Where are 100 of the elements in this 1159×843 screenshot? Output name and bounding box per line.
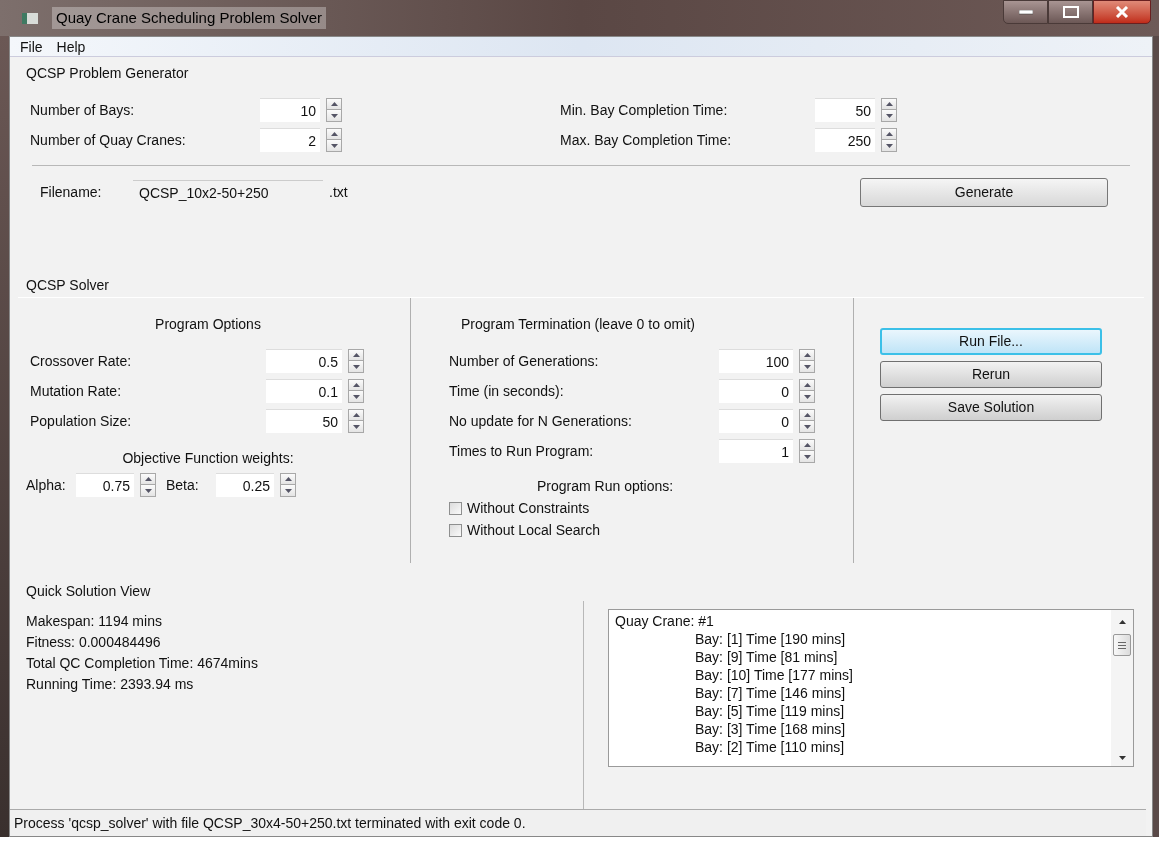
checkbox-label: Without Constraints <box>467 498 590 518</box>
minimize-button[interactable] <box>1003 0 1048 24</box>
caret-down-icon <box>885 113 893 118</box>
number-field[interactable]: 0 <box>719 409 793 433</box>
field-label: Max. Bay Completion Time: <box>560 130 733 150</box>
spin-down-button[interactable] <box>348 391 364 403</box>
grip-icon <box>1118 641 1126 649</box>
field-label: Mutation Rate: <box>30 381 123 401</box>
caret-up-icon <box>885 132 893 136</box>
field-label: Number of Bays: <box>30 100 136 120</box>
filename-field[interactable]: QCSP_10x2-50+250 <box>133 179 323 206</box>
spin-down-button[interactable] <box>326 110 342 122</box>
scrollbar[interactable] <box>1111 610 1133 766</box>
field-label: Filename: <box>40 183 103 202</box>
field-label: Population Size: <box>30 411 133 431</box>
checkbox-label: Without Local Search <box>467 520 601 540</box>
spin-down-button[interactable] <box>348 421 364 433</box>
field-label: Alpha: <box>26 475 67 495</box>
spin-down-button[interactable] <box>280 485 296 497</box>
menu-item[interactable]: File <box>14 37 49 56</box>
group-title: QCSP Solver <box>25 276 110 295</box>
spin-up-button[interactable] <box>140 473 156 485</box>
list-item[interactable]: Bay: [5] Time [119 mins] <box>613 702 1111 720</box>
caret-up-icon <box>803 443 811 447</box>
maximize-button[interactable] <box>1048 0 1093 24</box>
list-item[interactable]: Bay: [9] Time [81 mins] <box>613 648 1111 666</box>
action-button[interactable]: Rerun <box>880 361 1102 388</box>
field-label: Crossover Rate: <box>30 351 133 371</box>
list-item[interactable]: Quay Crane: #1 <box>613 612 1111 630</box>
spin-down-button[interactable] <box>881 110 897 122</box>
spin-up-button[interactable] <box>280 473 296 485</box>
caret-down-icon <box>330 143 338 148</box>
scroll-thumb[interactable] <box>1113 634 1131 656</box>
number-field[interactable]: 100 <box>719 349 793 373</box>
list-item[interactable]: Bay: [2] Time [110 mins] <box>613 738 1111 756</box>
spin-up-button[interactable] <box>799 439 815 451</box>
stat-text: Running Time: 2393.94 ms <box>26 675 195 694</box>
field-label: Number of Generations: <box>449 351 600 371</box>
spin-down-button[interactable] <box>326 140 342 152</box>
app-icon <box>22 12 38 24</box>
number-field[interactable]: 50 <box>266 409 342 433</box>
checkbox[interactable] <box>449 501 462 515</box>
section-title: Objective Function weights: <box>121 449 295 468</box>
number-field[interactable]: 50 <box>815 98 875 122</box>
spin-down-button[interactable] <box>799 421 815 433</box>
caret-down-icon <box>144 488 152 493</box>
list-item[interactable]: Bay: [10] Time [177 mins] <box>613 666 1111 684</box>
scroll-down-icon <box>1118 756 1126 760</box>
extension-label: .txt <box>329 183 348 202</box>
spin-down-button[interactable] <box>348 361 364 373</box>
number-field[interactable]: 1 <box>719 439 793 463</box>
spin-down-button[interactable] <box>140 485 156 497</box>
number-field[interactable]: 2 <box>260 128 320 152</box>
spin-up-button[interactable] <box>348 379 364 391</box>
number-field[interactable]: 0 <box>719 379 793 403</box>
caret-up-icon <box>284 477 292 481</box>
spin-down-button[interactable] <box>799 451 815 463</box>
close-button[interactable] <box>1093 0 1151 24</box>
caret-up-icon <box>144 477 152 481</box>
caret-down-icon <box>284 488 292 493</box>
spin-down-button[interactable] <box>881 140 897 152</box>
action-button[interactable]: Run File... <box>880 328 1102 355</box>
spin-up-button[interactable] <box>799 379 815 391</box>
number-field[interactable]: 0.5 <box>266 349 342 373</box>
caret-down-icon <box>803 454 811 459</box>
list-item[interactable]: Bay: [3] Time [168 mins] <box>613 720 1111 738</box>
number-field[interactable]: 0.25 <box>216 473 274 497</box>
menu-item[interactable]: Help <box>50 37 92 56</box>
spin-up-button[interactable] <box>348 349 364 361</box>
list-item[interactable]: Bay: [1] Time [190 mins] <box>613 630 1111 648</box>
number-field[interactable]: 0.1 <box>266 379 342 403</box>
group-title: Quick Solution View <box>25 582 152 601</box>
spin-up-button[interactable] <box>799 349 815 361</box>
caret-down-icon <box>352 424 360 429</box>
spin-up-button[interactable] <box>348 409 364 421</box>
number-field[interactable]: 10 <box>260 98 320 122</box>
number-field[interactable]: 250 <box>815 128 875 152</box>
spin-down-button[interactable] <box>799 361 815 373</box>
action-button[interactable]: Save Solution <box>880 394 1102 421</box>
spin-up-button[interactable] <box>326 98 342 110</box>
spin-up-button[interactable] <box>881 128 897 140</box>
section-title: Program Termination (leave 0 to omit) <box>460 315 696 334</box>
scroll-up-icon <box>1118 620 1126 624</box>
solution-list[interactable]: Quay Crane: #1 Bay: [1] Time [190 mins] Bay: [9] Time [81 mins] Bay: [10] Time [177 mins] Bay: [7] Time [146 mins] Bay: [5] Time [119 mins] Bay: [3] Time [168 mins] Bay: [2] Time [110 mins] <box>608 609 1134 767</box>
field-label: No update for N Generations: <box>449 411 633 431</box>
list-item[interactable]: Bay: [7] Time [146 mins] <box>613 684 1111 702</box>
spin-up-button[interactable] <box>326 128 342 140</box>
field-label: Number of Quay Cranes: <box>30 130 187 150</box>
caret-up-icon <box>885 102 893 106</box>
spin-up-button[interactable] <box>881 98 897 110</box>
number-field[interactable]: 0.75 <box>76 473 134 497</box>
caret-up-icon <box>330 132 338 136</box>
field-label: Beta: <box>166 475 200 495</box>
stat-text: Makespan: 1194 mins <box>26 612 163 631</box>
checkbox[interactable] <box>449 523 462 537</box>
spin-down-button[interactable] <box>799 391 815 403</box>
minimize-icon <box>1018 9 1033 15</box>
caret-down-icon <box>352 364 360 369</box>
generate-button[interactable]: Generate <box>860 178 1108 207</box>
spin-up-button[interactable] <box>799 409 815 421</box>
